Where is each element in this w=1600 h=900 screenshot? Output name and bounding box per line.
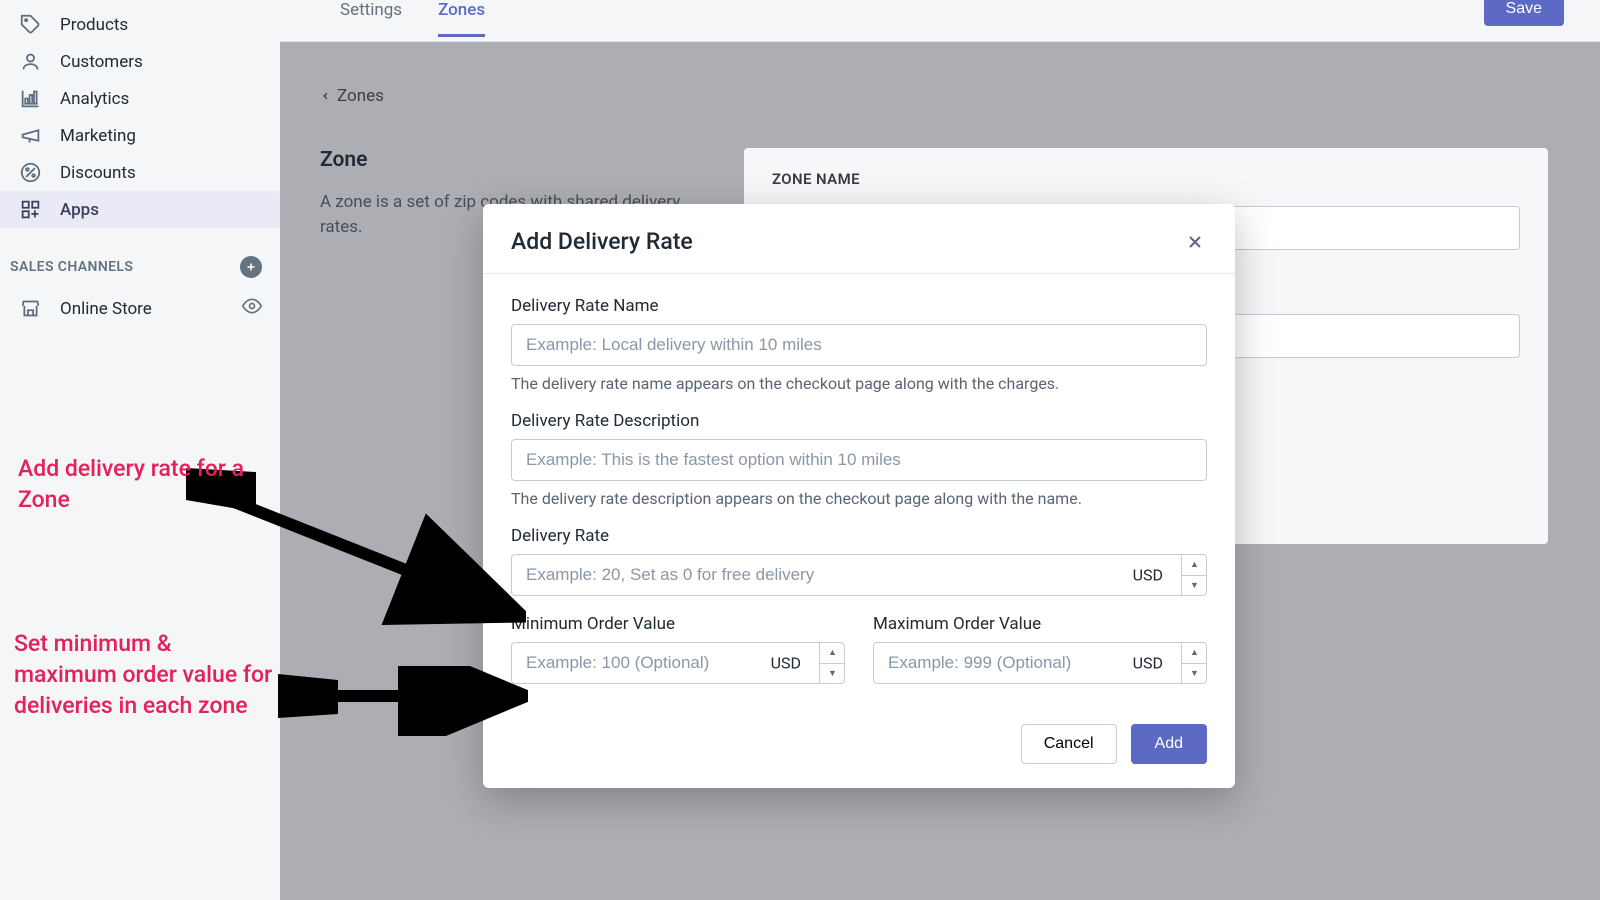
spinner-up-icon[interactable]: ▲	[820, 642, 845, 664]
rate-spinner[interactable]: ▲ ▼	[1181, 554, 1207, 596]
delivery-rate-input[interactable]	[511, 554, 1207, 596]
user-icon	[18, 51, 42, 72]
zone-heading: Zone	[320, 148, 700, 172]
add-channel-button[interactable]	[240, 256, 262, 278]
percent-icon	[18, 162, 42, 183]
currency-label: USD	[1133, 566, 1163, 585]
topbar: Settings Zones Save	[280, 0, 1600, 42]
tab-settings[interactable]: Settings	[340, 0, 402, 37]
spinner-up-icon[interactable]: ▲	[1182, 554, 1207, 576]
sidebar-item-online-store[interactable]: Online Store	[0, 288, 280, 329]
rate-name-label: Delivery Rate Name	[511, 296, 1207, 316]
spinner-up-icon[interactable]: ▲	[1182, 642, 1207, 664]
rate-description-help: The delivery rate description appears on…	[511, 489, 1207, 508]
rate-description-input[interactable]	[511, 439, 1207, 481]
eye-icon[interactable]	[242, 296, 262, 321]
cancel-button[interactable]: Cancel	[1021, 724, 1117, 764]
sales-channels-header: SALES CHANNELS	[0, 228, 280, 288]
breadcrumb[interactable]: Zones	[320, 86, 1548, 106]
sidebar-item-apps[interactable]: Apps	[0, 191, 280, 228]
close-icon	[1185, 232, 1205, 252]
sales-channels-label: SALES CHANNELS	[10, 259, 133, 275]
sidebar: Products Customers Analytics Marketing D…	[0, 0, 280, 900]
sidebar-item-customers[interactable]: Customers	[0, 43, 280, 80]
max-order-label: Maximum Order Value	[873, 614, 1207, 634]
zone-name-label: ZONE NAME	[772, 170, 1520, 188]
sidebar-item-label: Marketing	[60, 126, 136, 146]
modal-title: Add Delivery Rate	[511, 228, 693, 255]
rate-name-help: The delivery rate name appears on the ch…	[511, 374, 1207, 393]
currency-label: USD	[1133, 654, 1163, 673]
spinner-down-icon[interactable]: ▼	[820, 664, 845, 685]
max-spinner[interactable]: ▲ ▼	[1181, 642, 1207, 684]
megaphone-icon	[18, 125, 42, 146]
close-button[interactable]	[1183, 230, 1207, 254]
rate-description-label: Delivery Rate Description	[511, 411, 1207, 431]
spinner-down-icon[interactable]: ▼	[1182, 664, 1207, 685]
add-button[interactable]: Add	[1131, 724, 1207, 764]
sidebar-item-label: Online Store	[60, 299, 152, 319]
save-button[interactable]: Save	[1484, 0, 1564, 26]
tag-icon	[18, 14, 42, 35]
currency-label: USD	[771, 654, 801, 673]
rate-name-input[interactable]	[511, 324, 1207, 366]
annotation-2: Set minimum & maximum order value for de…	[14, 628, 274, 721]
add-delivery-rate-modal: Add Delivery Rate Delivery Rate Name The…	[483, 204, 1235, 788]
spinner-down-icon[interactable]: ▼	[1182, 576, 1207, 597]
sidebar-item-analytics[interactable]: Analytics	[0, 80, 280, 117]
sidebar-item-label: Customers	[60, 52, 143, 72]
delivery-rate-label: Delivery Rate	[511, 526, 1207, 546]
sidebar-item-label: Analytics	[60, 89, 129, 109]
store-icon	[18, 298, 42, 319]
tab-zones[interactable]: Zones	[438, 0, 485, 37]
annotation-1: Add delivery rate for a Zone	[18, 453, 248, 515]
sidebar-item-label: Products	[60, 15, 128, 35]
bar-chart-icon	[18, 88, 42, 109]
sidebar-item-label: Apps	[60, 200, 99, 220]
sidebar-item-discounts[interactable]: Discounts	[0, 154, 280, 191]
min-spinner[interactable]: ▲ ▼	[819, 642, 845, 684]
apps-icon	[18, 199, 42, 220]
min-order-label: Minimum Order Value	[511, 614, 845, 634]
sidebar-item-products[interactable]: Products	[0, 6, 280, 43]
sidebar-item-marketing[interactable]: Marketing	[0, 117, 280, 154]
chevron-left-icon	[320, 88, 331, 104]
sidebar-item-label: Discounts	[60, 163, 136, 183]
breadcrumb-label: Zones	[337, 86, 384, 106]
